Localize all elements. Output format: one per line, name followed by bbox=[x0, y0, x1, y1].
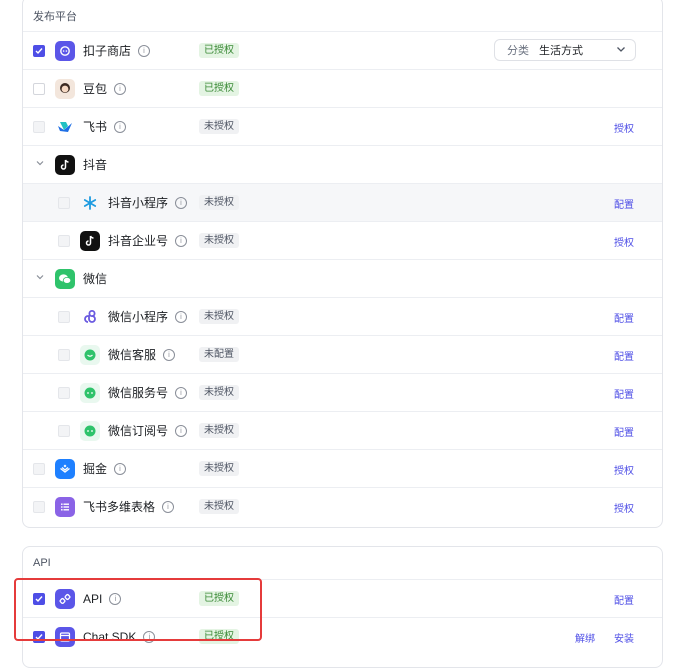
status-badge: 未授权 bbox=[199, 195, 239, 210]
checkbox-douyin-miniapp[interactable] bbox=[58, 196, 70, 209]
chevron-down-icon[interactable] bbox=[33, 272, 47, 285]
douyin-icon bbox=[55, 154, 75, 175]
configure-link[interactable]: 配置 bbox=[614, 348, 634, 363]
checkbox-feishu-bitable[interactable] bbox=[33, 500, 45, 513]
checkbox-wechat-miniapp[interactable] bbox=[58, 310, 70, 323]
platform-row-juejin[interactable]: 掘金 i 未授权 授权 bbox=[23, 450, 662, 488]
checkbox-wechat-service-account[interactable] bbox=[58, 386, 70, 399]
authorize-link[interactable]: 授权 bbox=[614, 234, 634, 249]
info-icon[interactable]: i bbox=[175, 424, 188, 437]
wechat-icon bbox=[55, 268, 75, 289]
checkbox-doubao[interactable] bbox=[33, 82, 45, 95]
platform-row-feishu[interactable]: 飞书 i 未授权 授权 bbox=[23, 108, 662, 146]
highlight-box bbox=[14, 578, 262, 641]
configure-link[interactable]: 配置 bbox=[614, 196, 634, 211]
platform-name: 掘金 bbox=[83, 462, 108, 476]
platform-row-wechat-service-chat[interactable]: 微信客服 i 未配置 配置 bbox=[23, 336, 662, 374]
platform-row-feishu-bitable[interactable]: 飞书多维表格 i 未授权 授权 bbox=[23, 488, 662, 525]
platform-row-wechat-subscription[interactable]: 微信订阅号 i 未授权 配置 bbox=[23, 412, 662, 450]
info-icon[interactable]: i bbox=[114, 462, 127, 475]
status-badge: 未授权 bbox=[199, 233, 239, 248]
platform-group-douyin[interactable]: 抖音 bbox=[23, 146, 662, 184]
platform-row-douyin-enterprise[interactable]: 抖音企业号 i 未授权 授权 bbox=[23, 222, 662, 260]
coze-store-icon bbox=[55, 40, 75, 61]
configure-link[interactable]: 配置 bbox=[614, 310, 634, 325]
platform-name: 豆包 bbox=[83, 82, 108, 96]
authorize-link[interactable]: 授权 bbox=[614, 120, 634, 135]
checkbox-feishu[interactable] bbox=[33, 120, 45, 133]
platform-row-wechat-miniapp[interactable]: 微信小程序 i 未授权 配置 bbox=[23, 298, 662, 336]
configure-link[interactable]: 配置 bbox=[614, 424, 634, 439]
publish-section-header: 发布平台 bbox=[23, 0, 662, 32]
info-icon[interactable]: i bbox=[114, 82, 127, 95]
platform-row-wechat-service-account[interactable]: 微信服务号 i 未授权 配置 bbox=[23, 374, 662, 412]
api-section-header: API bbox=[23, 547, 662, 580]
platform-row-douyin-miniapp[interactable]: 抖音小程序 i 未授权 配置 bbox=[23, 184, 662, 222]
platform-row-doubao[interactable]: 豆包 i 已授权 bbox=[23, 70, 662, 108]
status-badge: 未授权 bbox=[199, 461, 239, 476]
wechat-customer-service-icon bbox=[80, 344, 100, 365]
status-badge: 未授权 bbox=[199, 309, 239, 324]
api-section-title: API bbox=[33, 557, 51, 569]
authorize-link[interactable]: 授权 bbox=[614, 462, 634, 477]
category-select-value: 生活方式 bbox=[539, 45, 583, 57]
publish-platforms-card: 发布平台 扣子商店 i 已授权 分类 生活方式 豆包 i 已授权 飞书 i 未授… bbox=[22, 0, 663, 528]
info-icon[interactable]: i bbox=[162, 500, 175, 513]
platform-name: 微信服务号 bbox=[108, 386, 169, 400]
chevron-down-icon bbox=[615, 43, 627, 58]
doubao-avatar-icon bbox=[55, 78, 75, 99]
platform-name: 扣子商店 bbox=[83, 44, 132, 58]
wechat-service-account-icon bbox=[80, 382, 100, 403]
info-icon[interactable]: i bbox=[114, 120, 127, 133]
info-icon[interactable]: i bbox=[175, 234, 188, 247]
checkbox-wechat-subscription[interactable] bbox=[58, 424, 70, 437]
info-icon[interactable]: i bbox=[138, 44, 151, 57]
publish-section-title: 发布平台 bbox=[33, 11, 77, 23]
configure-link[interactable]: 配置 bbox=[614, 592, 634, 607]
checkbox-coze-store[interactable] bbox=[33, 44, 45, 57]
authorize-link[interactable]: 授权 bbox=[614, 500, 634, 515]
douyin-miniapp-icon bbox=[80, 193, 100, 213]
platform-name: 微信订阅号 bbox=[108, 424, 169, 438]
info-icon[interactable]: i bbox=[175, 386, 188, 399]
info-icon[interactable]: i bbox=[163, 348, 176, 361]
info-icon[interactable]: i bbox=[175, 310, 188, 323]
platform-row-coze-store[interactable]: 扣子商店 i 已授权 分类 生活方式 bbox=[23, 32, 662, 70]
wechat-subscription-icon bbox=[80, 420, 100, 441]
juejin-icon bbox=[55, 458, 75, 479]
platform-name: 微信小程序 bbox=[108, 310, 169, 324]
category-select-label: 分类 bbox=[507, 45, 529, 57]
checkbox-juejin[interactable] bbox=[33, 462, 45, 475]
checkbox-wechat-service-chat[interactable] bbox=[58, 348, 70, 361]
platform-name: 抖音小程序 bbox=[108, 196, 169, 210]
platform-group-wechat[interactable]: 微信 bbox=[23, 260, 662, 298]
chevron-down-icon[interactable] bbox=[33, 158, 47, 171]
status-badge: 未授权 bbox=[199, 119, 239, 134]
info-icon[interactable]: i bbox=[175, 196, 188, 209]
category-select[interactable]: 分类 生活方式 bbox=[494, 39, 636, 61]
configure-link[interactable]: 配置 bbox=[614, 386, 634, 401]
feishu-bitable-icon bbox=[55, 496, 75, 517]
unbind-link[interactable]: 解绑 bbox=[575, 630, 595, 645]
platform-name: 飞书 bbox=[83, 120, 108, 134]
checkbox-douyin-enterprise[interactable] bbox=[58, 234, 70, 247]
platform-group-name: 抖音 bbox=[83, 158, 108, 172]
platform-name: 微信客服 bbox=[108, 348, 157, 362]
platform-name: 飞书多维表格 bbox=[83, 500, 156, 514]
platform-group-name: 微信 bbox=[83, 272, 108, 286]
status-badge: 已授权 bbox=[199, 43, 239, 58]
status-badge: 未配置 bbox=[199, 347, 239, 362]
status-badge: 未授权 bbox=[199, 385, 239, 400]
platform-name: 抖音企业号 bbox=[108, 234, 169, 248]
status-badge: 已授权 bbox=[199, 81, 239, 96]
status-badge: 未授权 bbox=[199, 423, 239, 438]
wechat-miniapp-icon bbox=[80, 307, 100, 327]
install-link[interactable]: 安装 bbox=[614, 630, 634, 645]
feishu-icon bbox=[55, 117, 75, 137]
status-badge: 未授权 bbox=[199, 499, 239, 514]
douyin-enterprise-icon bbox=[80, 230, 100, 251]
